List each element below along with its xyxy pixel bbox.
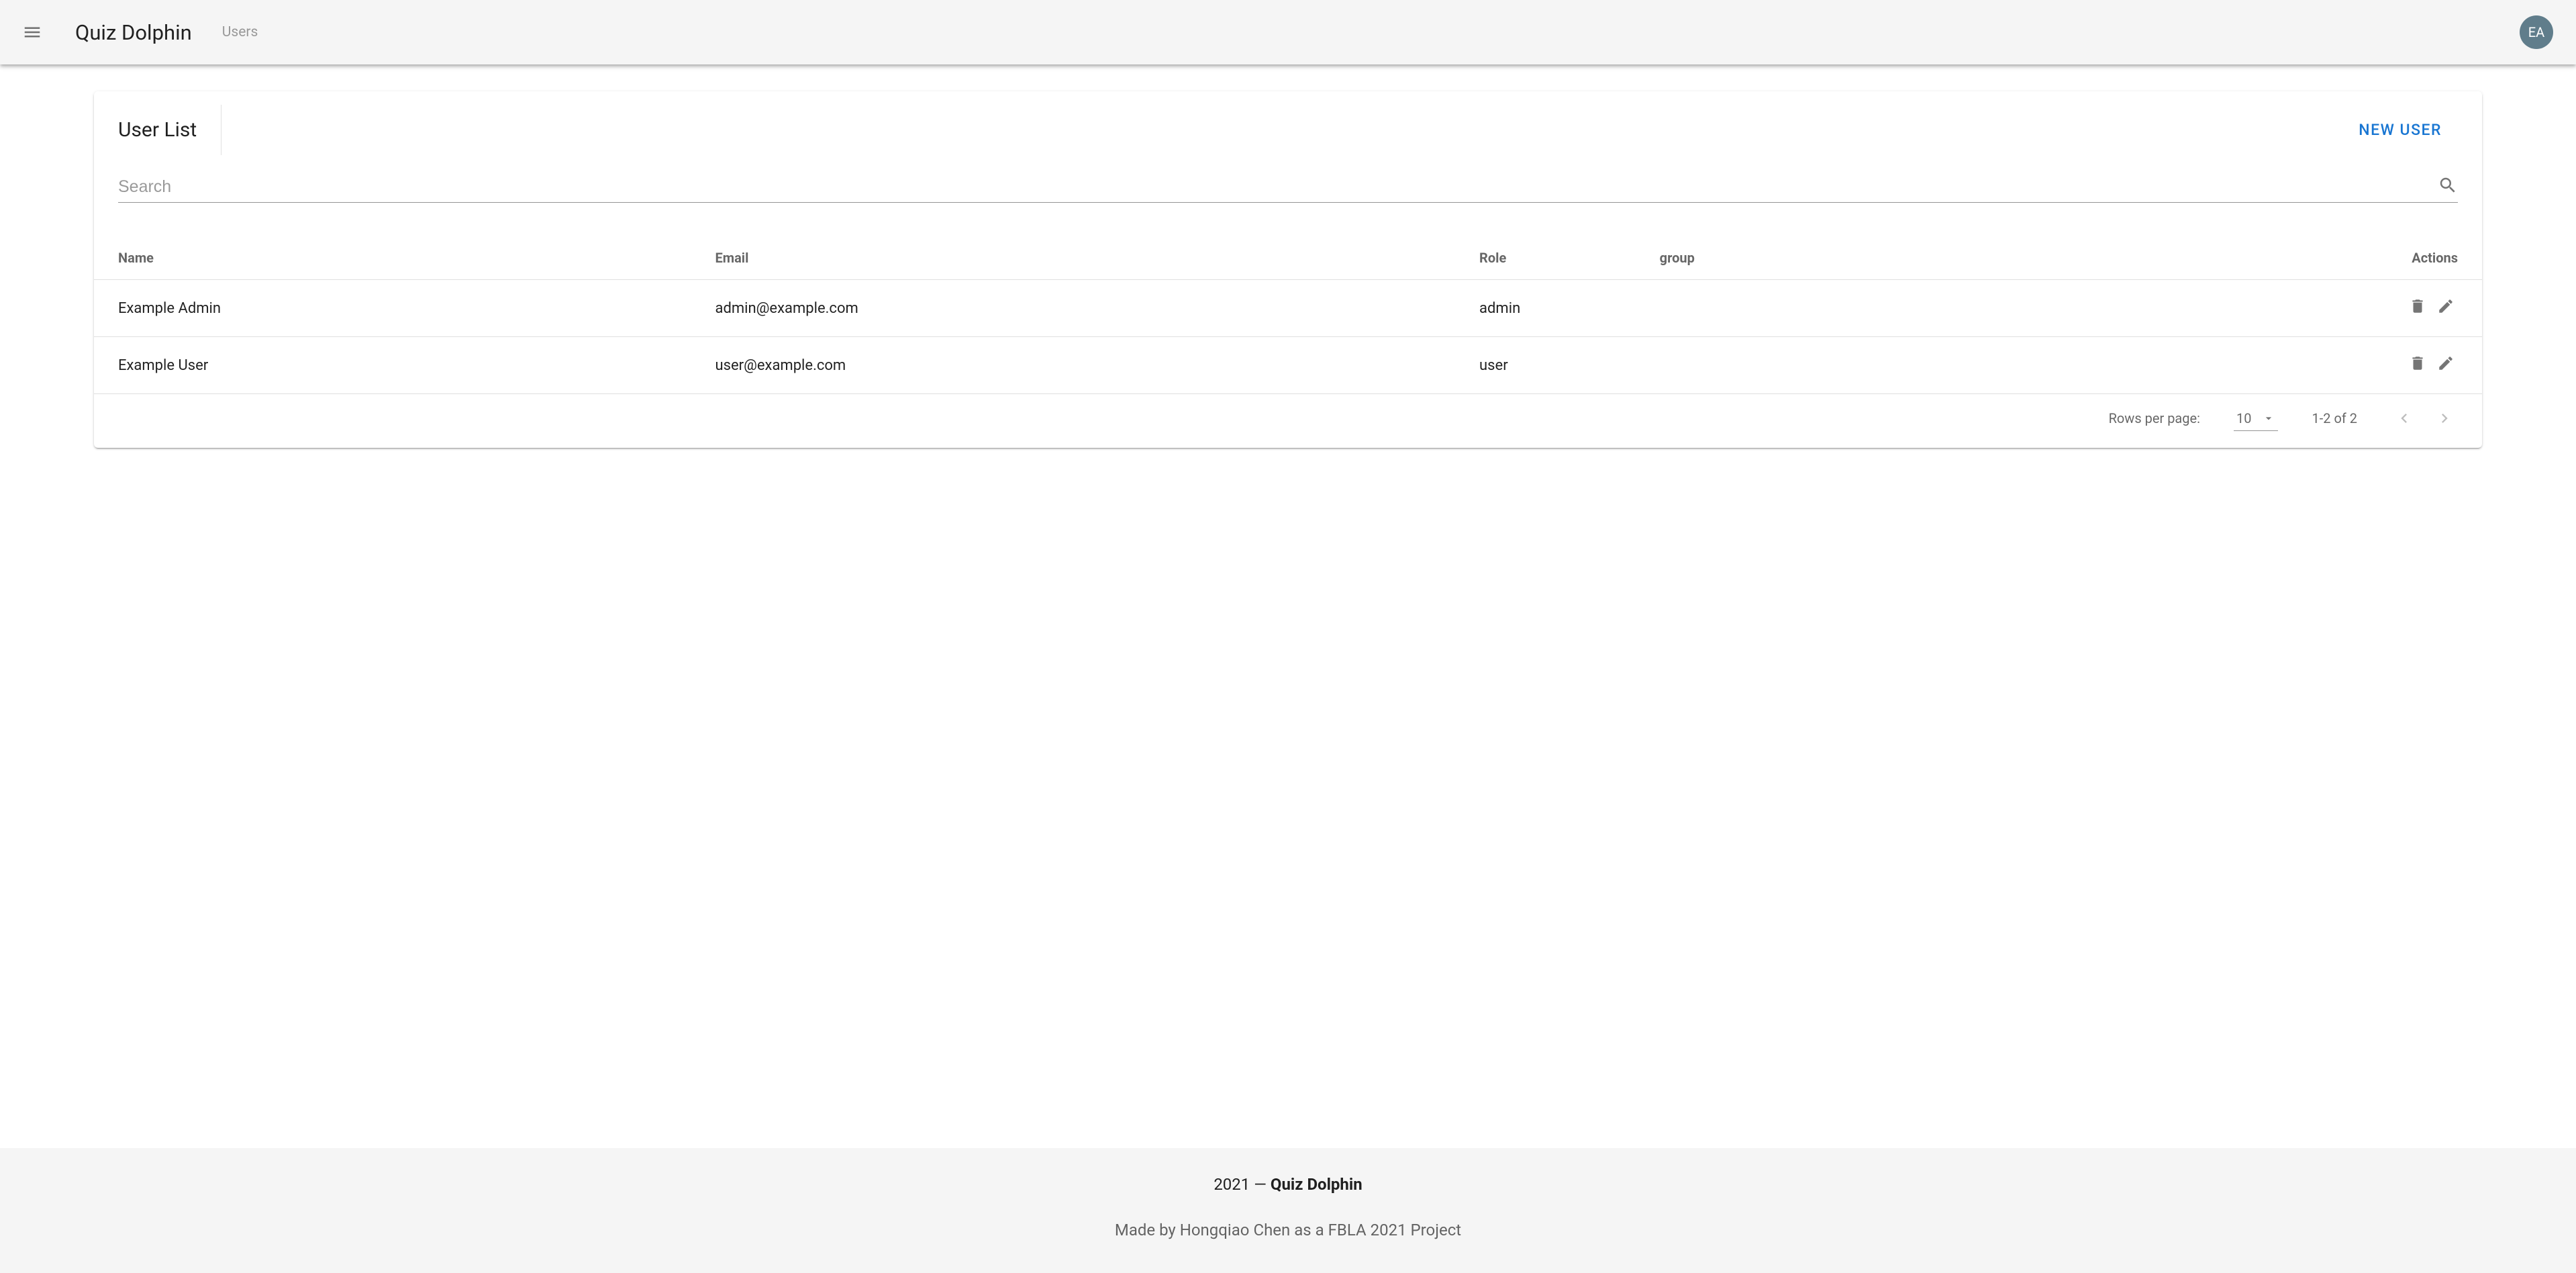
search-row [94,155,2482,203]
prev-page-button[interactable] [2391,405,2418,432]
chevron-right-icon [2435,409,2454,428]
dropdown-icon [2262,412,2275,425]
cell-group [1646,337,2124,394]
cell-role: user [1455,337,1646,394]
pencil-icon [2437,297,2455,319]
footer-year: 2021 — [1213,1175,1271,1194]
search-icon[interactable] [2438,175,2458,198]
trash-icon [2409,355,2426,376]
header-email[interactable]: Email [691,236,1456,280]
header-name[interactable]: Name [94,236,691,280]
search-input[interactable] [118,177,2438,197]
footer-brand: Quiz Dolphin [1271,1175,1363,1194]
table-row: Example Useruser@example.comuser [94,337,2482,394]
footer-credit: Made by Hongqiao Chen as a FBLA 2021 Pro… [0,1221,2576,1239]
breadcrumb: Users [222,24,258,40]
users-table: Name Email Role group Actions Example Ad… [94,236,2482,394]
table-footer: Rows per page: 10 1-2 of 2 [94,394,2482,448]
search-field [118,175,2458,203]
avatar[interactable]: EA [2520,15,2553,49]
app-title[interactable]: Quiz Dolphin [75,20,192,45]
user-list-card: User List New User Name Email Role group… [94,91,2482,448]
footer-copyright: 2021 — Quiz Dolphin [0,1175,2576,1194]
cell-group [1646,280,2124,337]
cell-actions [2124,337,2482,394]
delete-button[interactable] [2406,296,2430,320]
pencil-icon [2437,355,2455,376]
cell-actions [2124,280,2482,337]
tab-user-list[interactable]: User List [94,105,221,155]
delete-button[interactable] [2406,353,2430,377]
card-header: User List New User [94,91,2482,155]
main-content: User List New User Name Email Role group… [0,64,2576,1148]
cell-name: Example User [94,337,691,394]
rows-per-page-select[interactable]: 10 [2234,406,2278,431]
header-role[interactable]: Role [1455,236,1646,280]
footer: 2021 — Quiz Dolphin Made by Hongqiao Che… [0,1148,2576,1273]
pagination-range: 1-2 of 2 [2312,410,2357,426]
header-actions: Actions [2124,236,2482,280]
new-user-button[interactable]: New User [2342,113,2458,147]
pager [2391,405,2458,432]
cell-email: admin@example.com [691,280,1456,337]
next-page-button[interactable] [2431,405,2458,432]
edit-button[interactable] [2434,353,2458,377]
cell-name: Example Admin [94,280,691,337]
header-group[interactable]: group [1646,236,2124,280]
menu-button[interactable] [16,16,48,48]
table-row: Example Adminadmin@example.comadmin [94,280,2482,337]
cell-email: user@example.com [691,337,1456,394]
chevron-left-icon [2395,409,2414,428]
cell-role: admin [1455,280,1646,337]
edit-button[interactable] [2434,296,2458,320]
trash-icon [2409,297,2426,319]
app-bar: Quiz Dolphin Users EA [0,0,2576,64]
rows-per-page-value: 10 [2236,410,2251,426]
rows-per-page-label: Rows per page: [2109,410,2200,426]
hamburger-icon [22,22,42,42]
